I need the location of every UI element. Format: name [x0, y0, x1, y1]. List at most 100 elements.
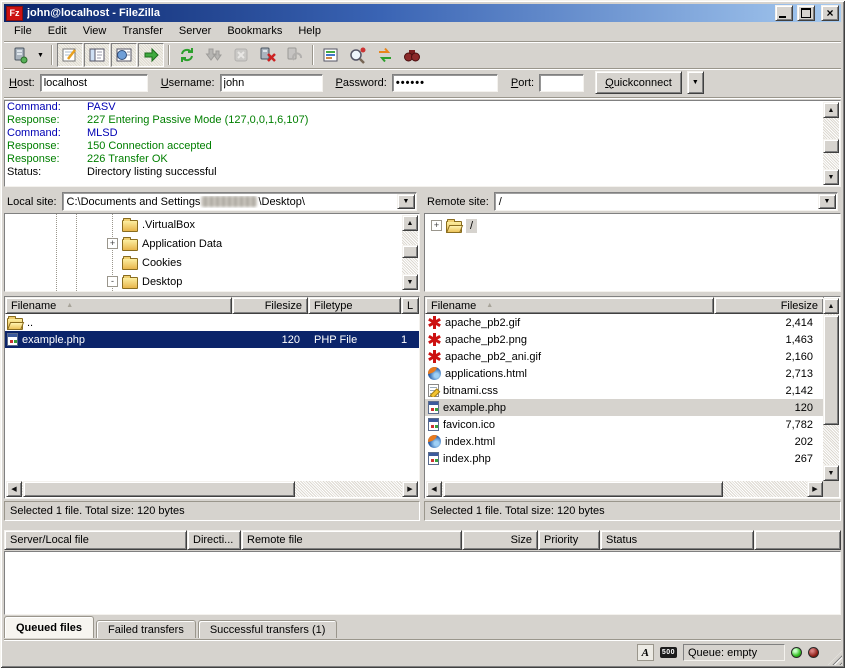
local-column-filetype[interactable]: Filetype: [308, 297, 401, 314]
menu-help[interactable]: Help: [290, 23, 329, 39]
local-column-filename[interactable]: Filename: [5, 297, 232, 314]
remote-path-combo[interactable]: /: [494, 192, 838, 211]
remote-path-dropdown[interactable]: [818, 194, 836, 209]
queue-column-remote-file[interactable]: Remote file: [241, 530, 462, 550]
remote-list-vscrollbar[interactable]: [823, 298, 839, 481]
disconnect-button[interactable]: [255, 43, 281, 67]
directory-filters-icon: [321, 46, 341, 64]
username-input[interactable]: [220, 74, 323, 92]
scroll-up-button[interactable]: [823, 102, 839, 118]
tree-expander[interactable]: +: [107, 238, 118, 249]
menu-server[interactable]: Server: [171, 23, 219, 39]
scroll-down-button[interactable]: [823, 465, 839, 481]
remote-file-row[interactable]: apache_pb2.gif 2,414: [425, 314, 824, 331]
remote-list-hscrollbar[interactable]: [426, 481, 823, 497]
remote-file-row-selected[interactable]: example.php 120: [425, 399, 824, 416]
scroll-down-button[interactable]: [402, 274, 418, 290]
queue-list[interactable]: [4, 551, 841, 615]
directory-comparison-button[interactable]: [345, 43, 371, 67]
port-input[interactable]: [539, 74, 584, 92]
password-input[interactable]: [392, 74, 498, 92]
quickconnect-dropdown[interactable]: [687, 71, 704, 94]
local-column-filesize[interactable]: Filesize: [232, 297, 308, 314]
scrollbar-corner: [823, 481, 839, 497]
scrollbar-thumb[interactable]: [823, 315, 839, 425]
reconnect-button[interactable]: [282, 43, 308, 67]
tab-successful-transfers[interactable]: Successful transfers (1): [198, 620, 338, 638]
quickconnect-button[interactable]: Quickconnect: [595, 71, 682, 94]
remote-file-row[interactable]: index.html 202: [425, 433, 824, 450]
log-scrollbar[interactable]: [823, 102, 839, 185]
tree-expander[interactable]: +: [431, 220, 442, 231]
local-file-row-parent[interactable]: ..: [5, 314, 419, 331]
queue-column-server-local-file[interactable]: Server/Local file: [4, 530, 187, 550]
scrollbar-thumb[interactable]: [402, 245, 418, 258]
host-label: Host:: [9, 77, 35, 89]
toggle-transfer-queue-button[interactable]: [138, 43, 164, 67]
host-input[interactable]: [40, 74, 148, 92]
synchronized-browsing-button[interactable]: [372, 43, 398, 67]
scroll-right-button[interactable]: [402, 481, 418, 497]
menu-view[interactable]: View: [75, 23, 115, 39]
scroll-up-button[interactable]: [823, 298, 839, 314]
tab-failed-transfers[interactable]: Failed transfers: [96, 620, 196, 638]
site-manager-icon: [10, 46, 30, 64]
menu-file[interactable]: File: [6, 23, 40, 39]
process-queue-button[interactable]: [201, 43, 227, 67]
remote-file-row[interactable]: bitnami.css 2,142: [425, 382, 824, 399]
status-bar: A 500 Queue: empty: [4, 641, 841, 664]
remote-file-row[interactable]: apache_pb2.png 1,463: [425, 331, 824, 348]
remote-column-filesize[interactable]: Filesize: [714, 297, 824, 314]
queue-column-priority[interactable]: Priority: [538, 530, 600, 550]
close-button[interactable]: [821, 5, 839, 21]
toggle-local-tree-button[interactable]: [84, 43, 110, 67]
scroll-left-button[interactable]: [426, 481, 442, 497]
menu-transfer[interactable]: Transfer: [114, 23, 171, 39]
directory-filters-button[interactable]: [318, 43, 344, 67]
selected-tree-label: /: [466, 219, 477, 233]
title-bar[interactable]: Fz john@localhost - FileZilla: [4, 4, 841, 22]
remote-file-row[interactable]: index.php 267: [425, 450, 824, 467]
maximize-button[interactable]: [797, 5, 815, 21]
folder-icon: [122, 258, 138, 270]
scrollbar-thumb[interactable]: [443, 481, 723, 497]
remote-column-filename[interactable]: Filename: [425, 297, 714, 314]
tree-item-cookies[interactable]: Cookies: [107, 253, 182, 272]
scroll-up-button[interactable]: [402, 215, 418, 231]
tree-item-application-data[interactable]: + Application Data: [107, 234, 222, 253]
scroll-down-button[interactable]: [823, 169, 839, 185]
tree-item-desktop[interactable]: - Desktop: [107, 272, 182, 291]
tree-item-root[interactable]: + /: [431, 216, 477, 235]
scroll-left-button[interactable]: [6, 481, 22, 497]
remote-file-row[interactable]: favicon.ico 7,782: [425, 416, 824, 433]
queue-column-status[interactable]: Status: [600, 530, 754, 550]
activity-led-red-icon: [808, 647, 819, 658]
find-files-button[interactable]: [399, 43, 425, 67]
toggle-remote-tree-button[interactable]: [111, 43, 137, 67]
menu-bookmarks[interactable]: Bookmarks: [219, 23, 290, 39]
local-path-dropdown[interactable]: [397, 194, 415, 209]
site-manager-dropdown[interactable]: [34, 43, 47, 67]
remote-file-row[interactable]: apache_pb2_ani.gif 2,160: [425, 348, 824, 365]
queue-column-size[interactable]: Size: [462, 530, 538, 550]
toggle-message-log-button[interactable]: [57, 43, 83, 67]
tree-item-virtualbox[interactable]: .VirtualBox: [107, 215, 195, 234]
scrollbar-thumb[interactable]: [23, 481, 295, 497]
local-list-hscrollbar[interactable]: [6, 481, 418, 497]
username-label: Username:: [161, 77, 215, 89]
local-file-row-selected[interactable]: example.php 120 PHP File 1: [5, 331, 419, 348]
cancel-operation-button[interactable]: [228, 43, 254, 67]
refresh-button[interactable]: [174, 43, 200, 67]
scroll-right-button[interactable]: [807, 481, 823, 497]
local-tree-scrollbar[interactable]: [402, 215, 418, 290]
queue-column-direction[interactable]: Directi...: [187, 530, 241, 550]
local-path-combo[interactable]: C:\Documents and Settings\Desktop\: [62, 192, 417, 211]
tree-expander[interactable]: -: [107, 276, 118, 287]
tab-queued-files[interactable]: Queued files: [4, 616, 94, 638]
local-column-last-modified[interactable]: L: [401, 297, 419, 314]
menu-edit[interactable]: Edit: [40, 23, 75, 39]
minimize-button[interactable]: [775, 5, 793, 21]
scrollbar-thumb[interactable]: [823, 139, 839, 153]
remote-file-row[interactable]: applications.html 2,713: [425, 365, 824, 382]
site-manager-button[interactable]: [7, 43, 33, 67]
